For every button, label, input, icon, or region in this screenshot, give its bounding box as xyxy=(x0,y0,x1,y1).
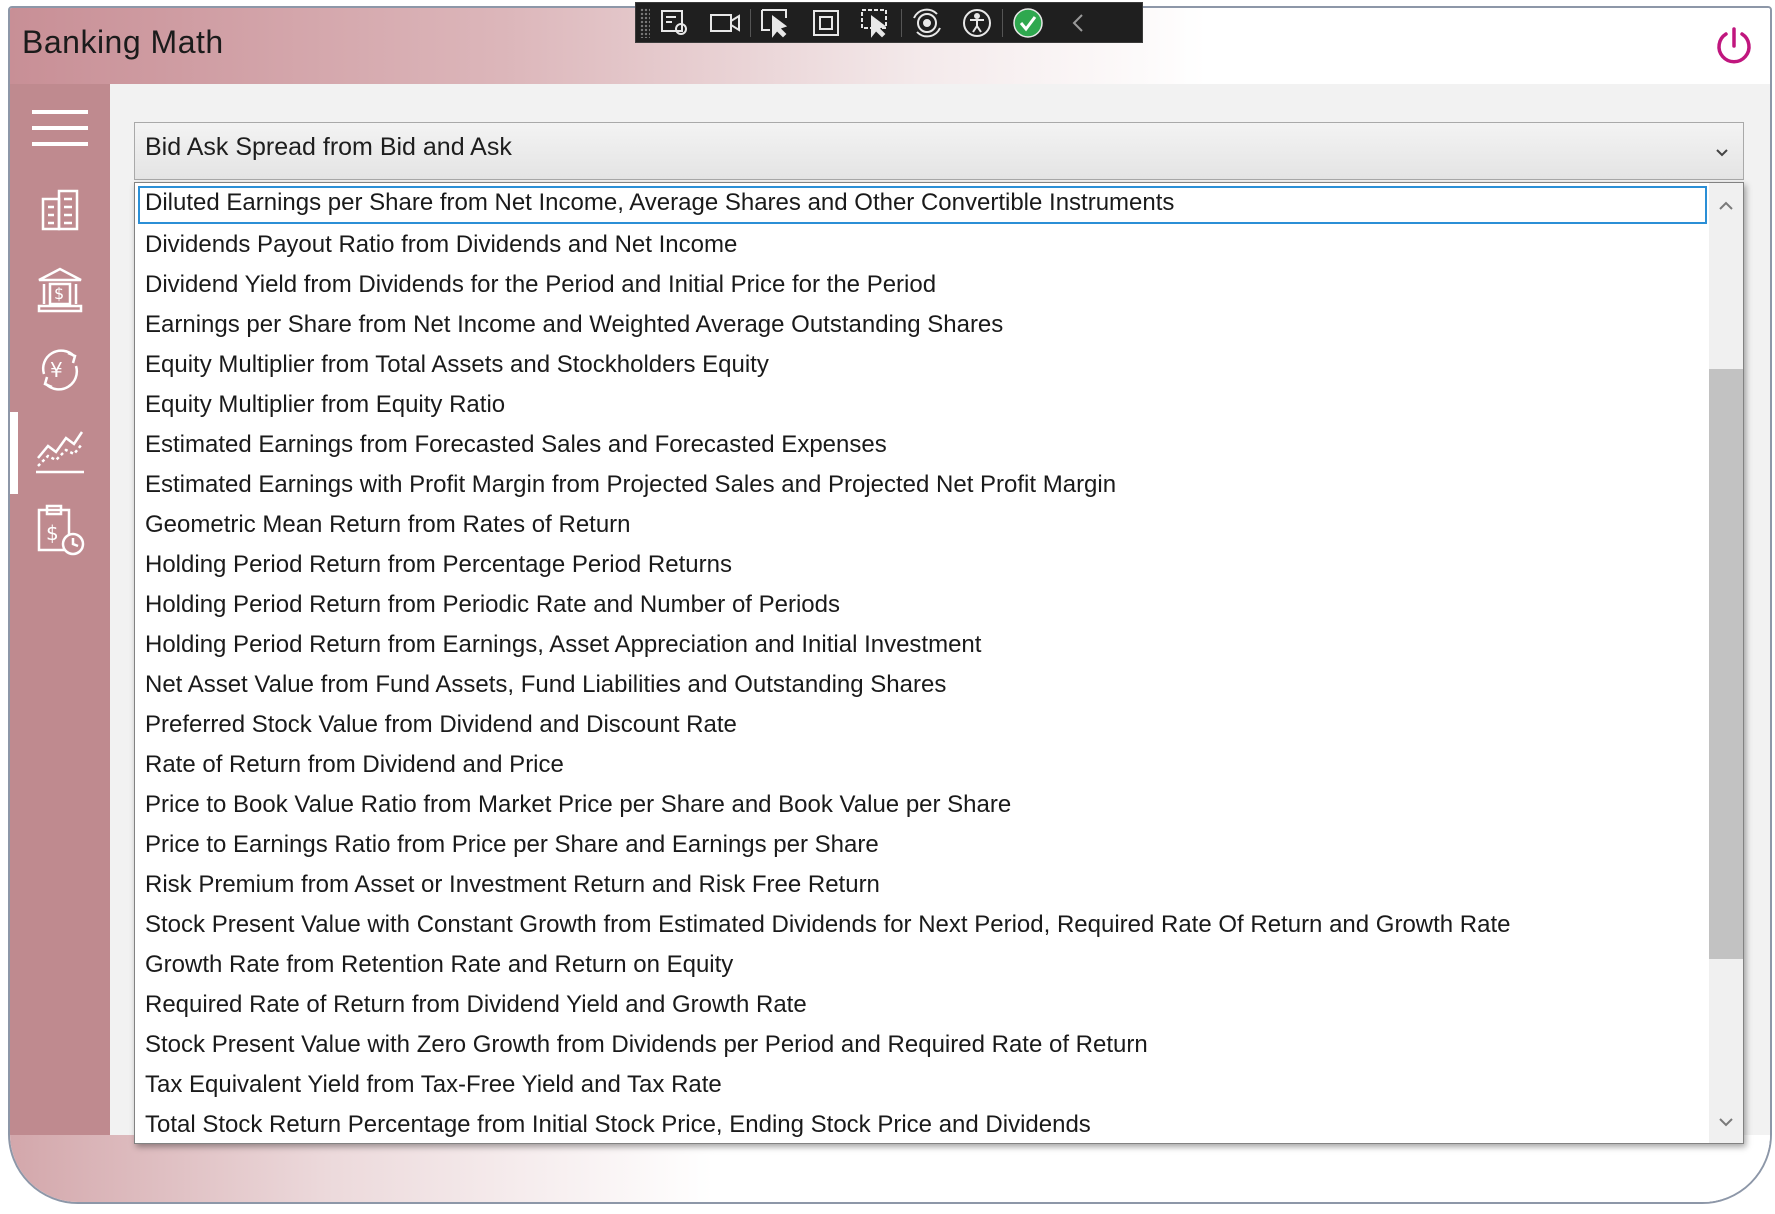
currency-exchange-icon[interactable]: ¥ xyxy=(30,342,90,398)
hamburger-menu-icon[interactable] xyxy=(30,100,90,156)
formula-dropdown-list: Diluted Earnings per Share from Net Inco… xyxy=(134,182,1744,1144)
track-focus-icon[interactable] xyxy=(851,2,901,43)
pointer-select-icon[interactable] xyxy=(751,2,801,43)
list-item[interactable]: Required Rate of Return from Dividend Yi… xyxy=(135,985,1710,1025)
list-item[interactable]: Earnings per Share from Net Income and W… xyxy=(135,305,1710,345)
drag-grip-icon[interactable] xyxy=(640,7,650,38)
scrollbar-thumb[interactable] xyxy=(1709,369,1743,959)
list-item[interactable]: Holding Period Return from Earnings, Ass… xyxy=(135,625,1710,665)
dollar-clipboard-clock-icon[interactable]: $ xyxy=(30,502,90,558)
bottom-strip xyxy=(10,1135,1770,1202)
svg-text:¥: ¥ xyxy=(50,358,63,382)
list-item[interactable]: Estimated Earnings with Profit Margin fr… xyxy=(135,465,1710,505)
list-item[interactable]: Growth Rate from Retention Rate and Retu… xyxy=(135,945,1710,985)
collapse-chevron-icon[interactable] xyxy=(1053,2,1103,43)
list-item[interactable]: Dividend Yield from Dividends for the Pe… xyxy=(135,265,1710,305)
list-item[interactable]: Diluted Earnings per Share from Net Inco… xyxy=(137,185,1708,225)
select-element-icon[interactable] xyxy=(650,2,700,43)
chevron-down-icon[interactable] xyxy=(1711,141,1733,163)
list-item[interactable]: Preferred Stock Value from Dividend and … xyxy=(135,705,1710,745)
dropdown-items: Diluted Earnings per Share from Net Inco… xyxy=(135,183,1710,1143)
list-item[interactable]: Geometric Mean Return from Rates of Retu… xyxy=(135,505,1710,545)
list-item[interactable]: Holding Period Return from Periodic Rate… xyxy=(135,585,1710,625)
list-item[interactable]: Equity Multiplier from Equity Ratio xyxy=(135,385,1710,425)
list-item[interactable]: Dividends Payout Ratio from Dividends an… xyxy=(135,225,1710,265)
formula-combobox[interactable]: Bid Ask Spread from Bid and Ask xyxy=(134,122,1744,180)
app-title: Banking Math xyxy=(22,24,224,60)
check-icon[interactable] xyxy=(1003,2,1053,43)
list-item[interactable]: Total Stock Return Percentage from Initi… xyxy=(135,1105,1710,1143)
list-item[interactable]: Equity Multiplier from Total Assets and … xyxy=(135,345,1710,385)
list-item[interactable]: Stock Present Value with Constant Growth… xyxy=(135,905,1710,945)
list-item[interactable]: Risk Premium from Asset or Investment Re… xyxy=(135,865,1710,905)
layout-adorner-icon[interactable] xyxy=(801,2,851,43)
building-icon[interactable] xyxy=(30,182,90,238)
hot-reload-icon[interactable] xyxy=(902,2,952,43)
active-indicator xyxy=(10,412,18,494)
list-item[interactable]: Rate of Return from Dividend and Price xyxy=(135,745,1710,785)
debug-toolbar xyxy=(635,2,1143,43)
list-item[interactable]: Stock Present Value with Zero Growth fro… xyxy=(135,1025,1710,1065)
list-item[interactable]: Net Asset Value from Fund Assets, Fund L… xyxy=(135,665,1710,705)
accessibility-icon[interactable] xyxy=(952,2,1002,43)
list-item[interactable]: Price to Book Value Ratio from Market Pr… xyxy=(135,785,1710,825)
svg-text:$: $ xyxy=(46,521,59,545)
svg-text:$: $ xyxy=(54,284,64,303)
list-item[interactable]: Tax Equivalent Yield from Tax-Free Yield… xyxy=(135,1065,1710,1105)
dropdown-scrollbar[interactable] xyxy=(1709,183,1743,1143)
sidebar: $ ¥ $ xyxy=(10,84,110,1135)
list-item[interactable]: Price to Earnings Ratio from Price per S… xyxy=(135,825,1710,865)
scroll-down-icon[interactable] xyxy=(1709,1105,1743,1139)
list-item[interactable]: Holding Period Return from Percentage Pe… xyxy=(135,545,1710,585)
video-icon[interactable] xyxy=(700,2,750,43)
combobox-selected-value: Bid Ask Spread from Bid and Ask xyxy=(145,133,512,161)
bank-icon[interactable]: $ xyxy=(30,262,90,318)
scroll-up-icon[interactable] xyxy=(1709,189,1743,223)
list-item[interactable]: Estimated Earnings from Forecasted Sales… xyxy=(135,425,1710,465)
stock-chart-icon[interactable] xyxy=(30,422,90,478)
power-icon[interactable] xyxy=(1712,24,1756,68)
